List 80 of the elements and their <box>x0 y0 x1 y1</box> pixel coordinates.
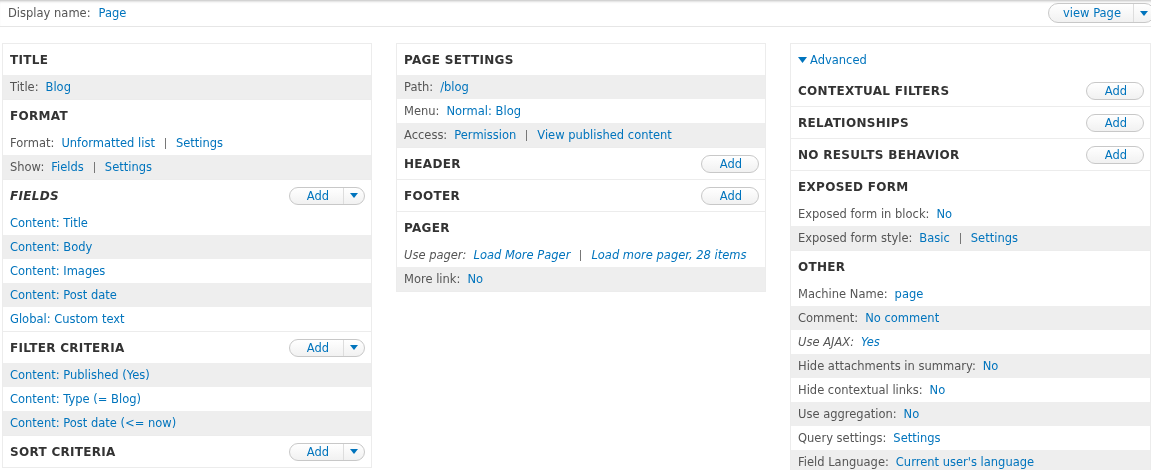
advanced-toggle[interactable]: Advanced <box>798 52 867 67</box>
setting-label: Menu: <box>404 104 440 118</box>
setting-link[interactable]: Content: Post date <box>10 288 117 302</box>
setting-link[interactable]: Load More Pager <box>473 248 571 262</box>
display-name-label: Display name: <box>8 6 91 20</box>
setting-link[interactable]: Settings <box>175 136 224 150</box>
display-name-link[interactable]: Page <box>98 6 127 20</box>
setting-link[interactable]: Normal: Blog <box>446 104 521 118</box>
setting-link[interactable]: Content: Post date (<= now) <box>10 416 177 430</box>
caret-icon <box>350 193 358 198</box>
section-heading: RELATIONSHIPS <box>798 115 909 130</box>
setting-label: Use aggregation: <box>798 407 897 421</box>
section-heading: HEADER <box>404 156 461 171</box>
add-button[interactable]: Add <box>700 154 759 173</box>
setting-label: Exposed form in block: <box>798 207 930 221</box>
setting-label: Use AJAX: <box>798 335 855 349</box>
setting-label: Query settings: <box>798 431 887 445</box>
section-heading: CONTEXTUAL FILTERS <box>798 83 950 98</box>
setting-label: Title: <box>10 80 39 94</box>
setting-link[interactable]: Settings <box>104 160 152 174</box>
setting-link[interactable]: Permission <box>454 128 517 142</box>
setting-label: Path: <box>404 80 434 94</box>
add-button[interactable]: Add <box>700 186 759 205</box>
setting-link[interactable]: Content: Title <box>10 216 88 230</box>
triangle-down-icon <box>798 56 807 63</box>
setting-label: Hide contextual links: <box>798 383 923 397</box>
section-heading: PAGE SETTINGS <box>404 52 514 67</box>
setting-label: Exposed form style: <box>798 231 913 245</box>
setting-link[interactable]: No <box>467 272 484 286</box>
setting-link[interactable]: No <box>929 383 946 397</box>
add-button[interactable]: Add <box>288 442 365 461</box>
setting-link[interactable]: Settings <box>970 231 1018 245</box>
setting-link[interactable]: Basic <box>919 231 950 245</box>
setting-label: Access: <box>404 128 448 142</box>
setting-label: Use pager: <box>404 248 467 262</box>
setting-link[interactable]: Load more pager, 28 items <box>591 248 747 262</box>
setting-link[interactable]: No comment <box>865 311 940 325</box>
section-heading: NO RESULTS BEHAVIOR <box>798 147 960 162</box>
add-button[interactable]: Add <box>1085 113 1144 132</box>
setting-link[interactable]: No <box>903 407 920 421</box>
setting-link[interactable]: View published content <box>537 128 672 142</box>
caret-icon <box>350 345 358 350</box>
setting-label: Comment: <box>798 311 859 325</box>
section-heading: FILTER CRITERIA <box>10 340 125 355</box>
setting-link[interactable]: Yes <box>861 335 880 349</box>
setting-link[interactable]: Content: Images <box>10 264 106 278</box>
setting-link[interactable]: page <box>894 287 924 301</box>
setting-link[interactable]: Current user's language <box>895 455 1035 469</box>
add-button[interactable]: Add <box>288 338 365 357</box>
section-heading: FOOTER <box>404 188 461 203</box>
section-heading: FORMAT <box>10 108 68 123</box>
setting-link[interactable]: Global: Custom text <box>10 312 125 326</box>
setting-label: Show: <box>10 160 45 174</box>
view-page-button[interactable]: view Page <box>1048 3 1151 23</box>
section-heading: PAGER <box>404 220 450 235</box>
add-button[interactable]: Add <box>1085 145 1144 164</box>
section-heading: TITLE <box>10 52 49 67</box>
setting-link[interactable]: /blog <box>440 80 469 94</box>
setting-link[interactable]: No <box>936 207 953 221</box>
setting-link[interactable]: Unformatted list <box>61 136 155 150</box>
setting-label: Format: <box>10 136 55 150</box>
caret-icon <box>1140 10 1148 16</box>
setting-link[interactable]: Content: Type (= Blog) <box>10 392 142 406</box>
setting-link[interactable]: Blog <box>45 80 71 94</box>
section-heading: SORT CRITERIA <box>10 444 116 459</box>
section-heading: EXPOSED FORM <box>798 179 909 194</box>
add-button[interactable]: Add <box>288 186 365 205</box>
setting-link[interactable]: Fields <box>51 160 84 174</box>
setting-link[interactable]: Settings <box>893 431 941 445</box>
setting-label: Hide attachments in summary: <box>798 359 976 373</box>
setting-label: Field Language: <box>798 455 889 469</box>
caret-icon <box>350 449 358 454</box>
setting-label: More link: <box>404 272 461 286</box>
section-heading: FIELDS <box>10 188 59 203</box>
section-heading: OTHER <box>798 259 846 274</box>
setting-link[interactable]: No <box>982 359 999 373</box>
setting-link[interactable]: Content: Published (Yes) <box>10 368 150 382</box>
add-button[interactable]: Add <box>1085 81 1144 100</box>
setting-label: Machine Name: <box>798 287 888 301</box>
setting-link[interactable]: Content: Body <box>10 240 93 254</box>
